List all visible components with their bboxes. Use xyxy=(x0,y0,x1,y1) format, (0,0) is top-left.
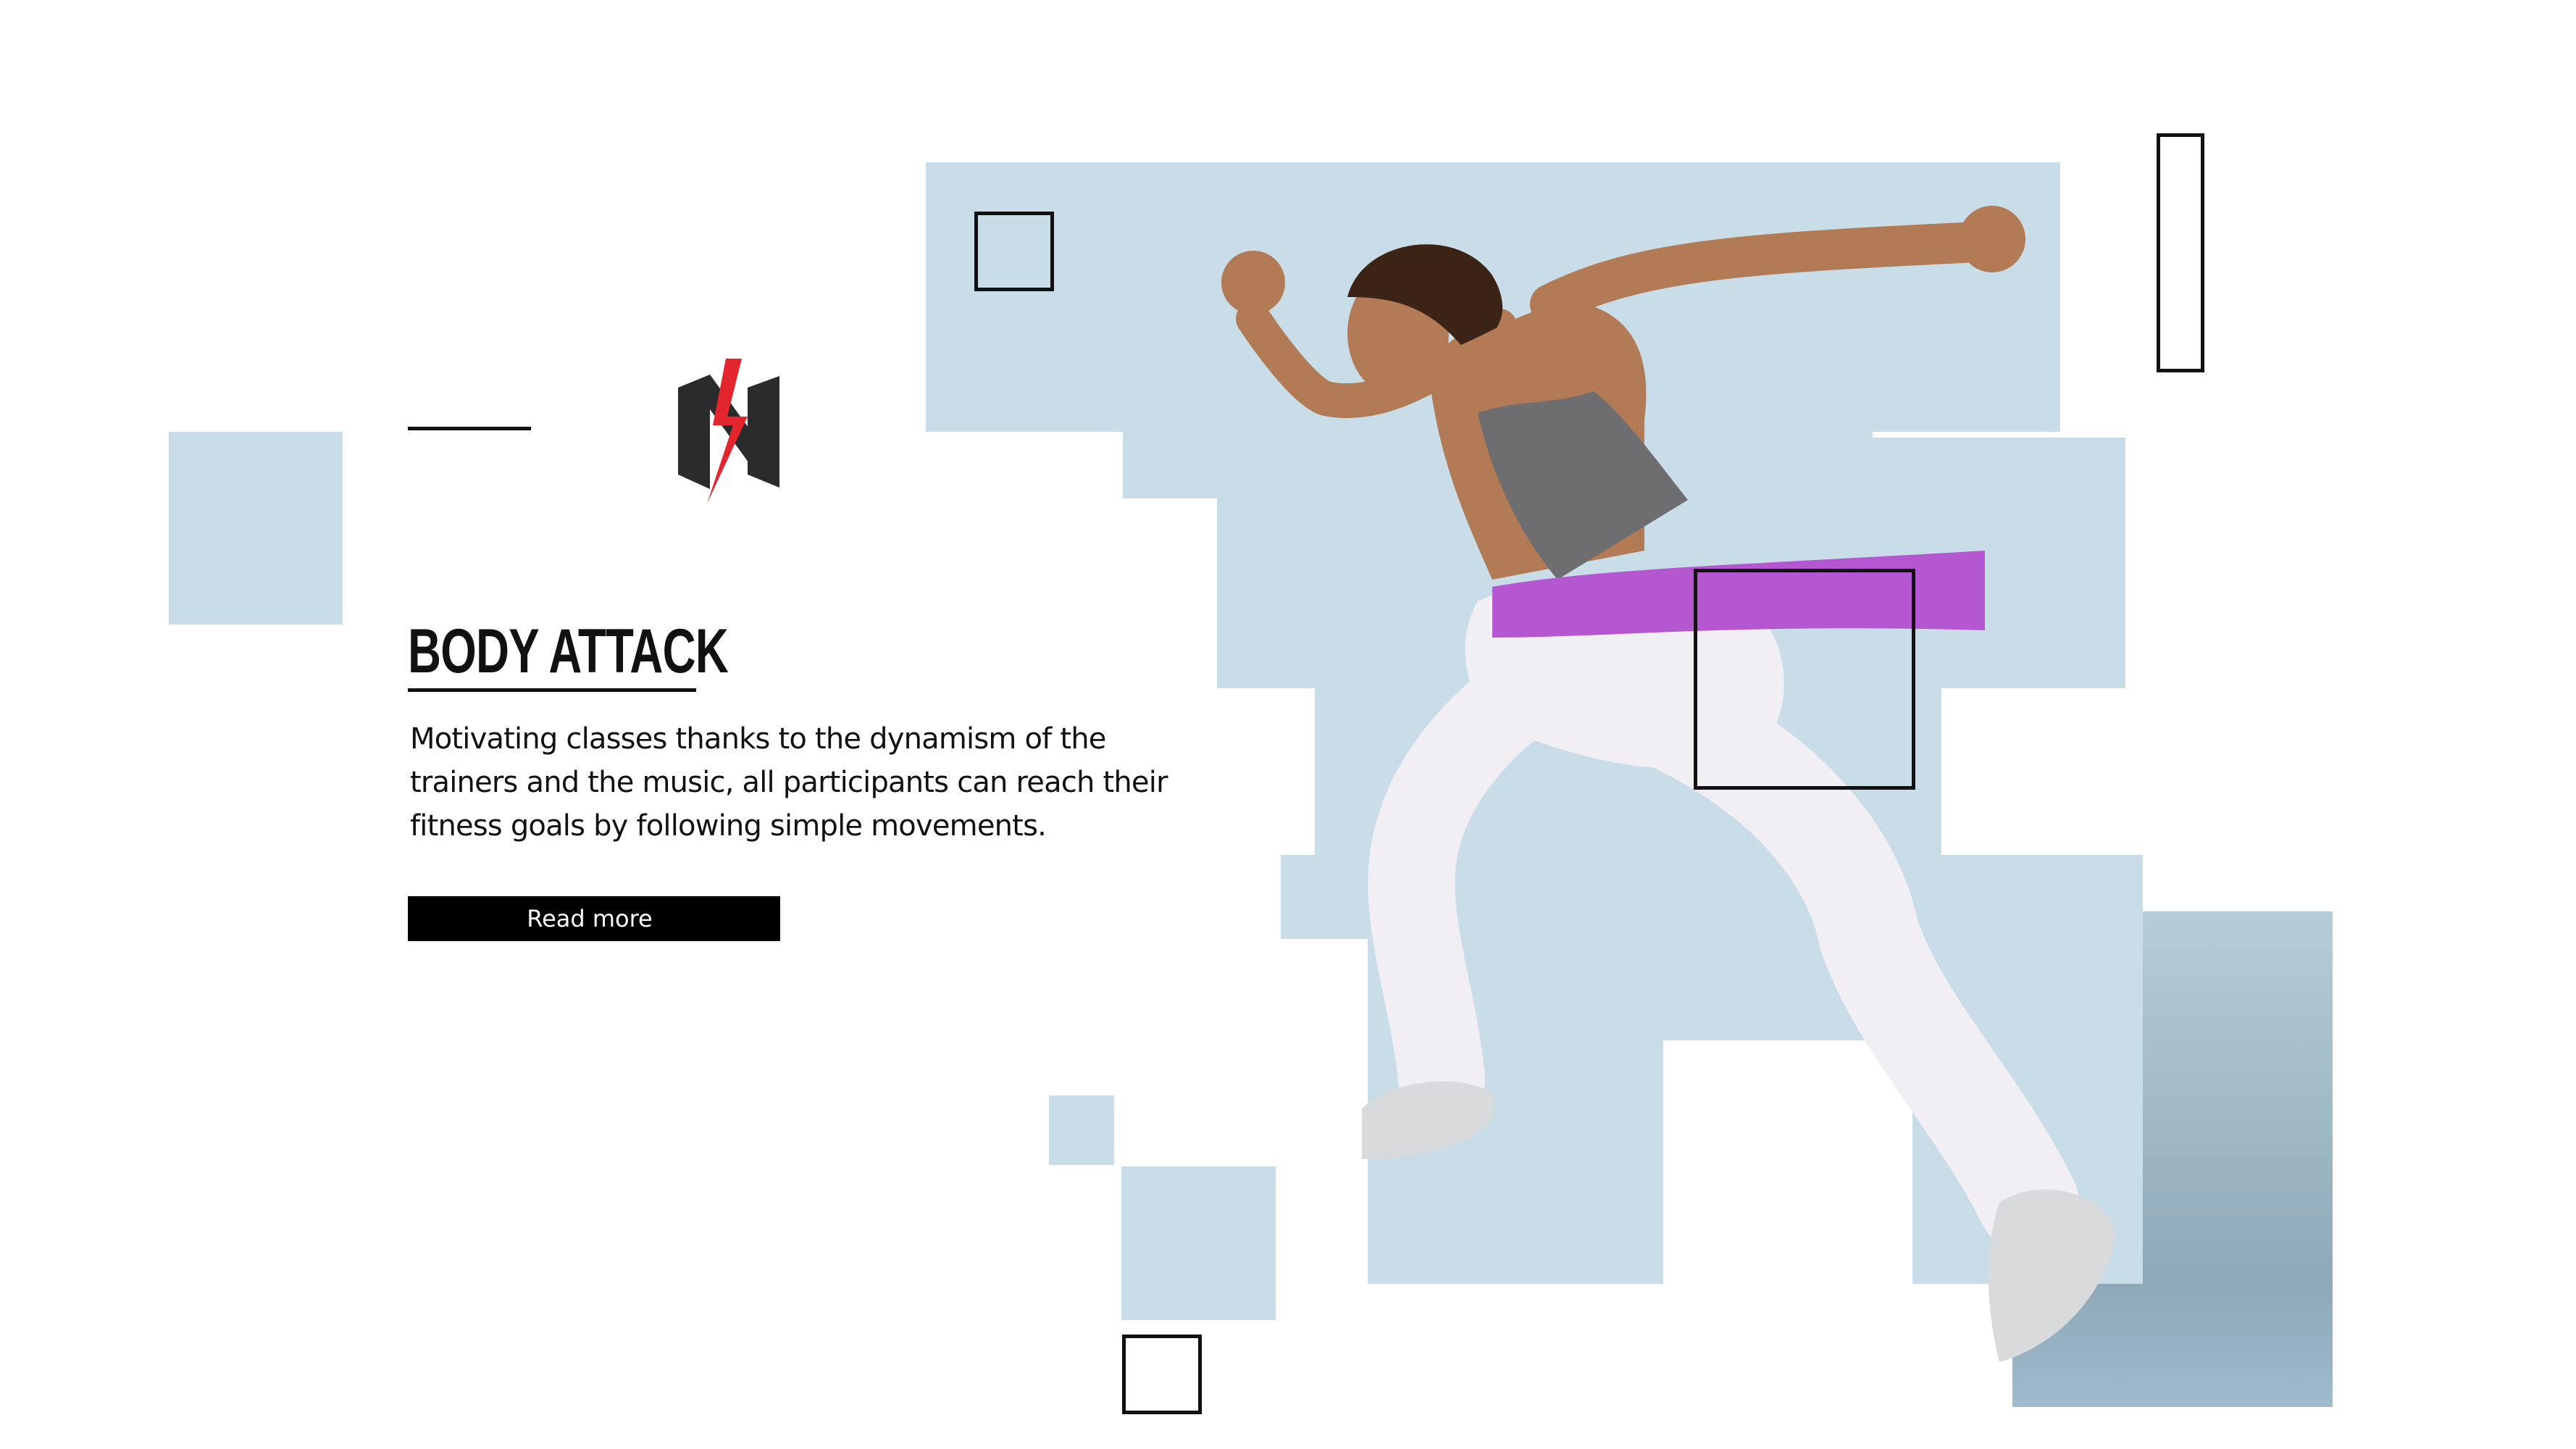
logo-right-stroke xyxy=(748,376,779,488)
accent-line xyxy=(408,427,531,430)
lightning-n-logo-icon xyxy=(678,359,779,504)
front-leg xyxy=(1630,674,2079,1253)
back-leg xyxy=(1368,652,1565,1123)
outline-hip-square xyxy=(1694,569,1915,790)
back-shoe xyxy=(1362,1081,1495,1159)
athlete-photo xyxy=(1221,206,2115,1362)
description: Motivating classes thanks to the dynamis… xyxy=(410,722,1168,843)
outline-square-top xyxy=(974,212,1054,291)
front-fist xyxy=(1959,206,2025,272)
front-shoe xyxy=(1989,1189,2115,1362)
left-square-tile xyxy=(169,432,343,625)
outline-square-bottom xyxy=(1122,1335,1202,1414)
title-underline xyxy=(408,688,696,692)
back-fist xyxy=(1221,251,1285,314)
page-title: BODY ATTACK xyxy=(408,617,729,686)
logo-left-stroke xyxy=(678,375,710,489)
read-more-button[interactable]: Read more xyxy=(408,896,780,941)
outline-tall-rectangle xyxy=(2157,133,2204,372)
front-arm xyxy=(1530,222,1983,325)
